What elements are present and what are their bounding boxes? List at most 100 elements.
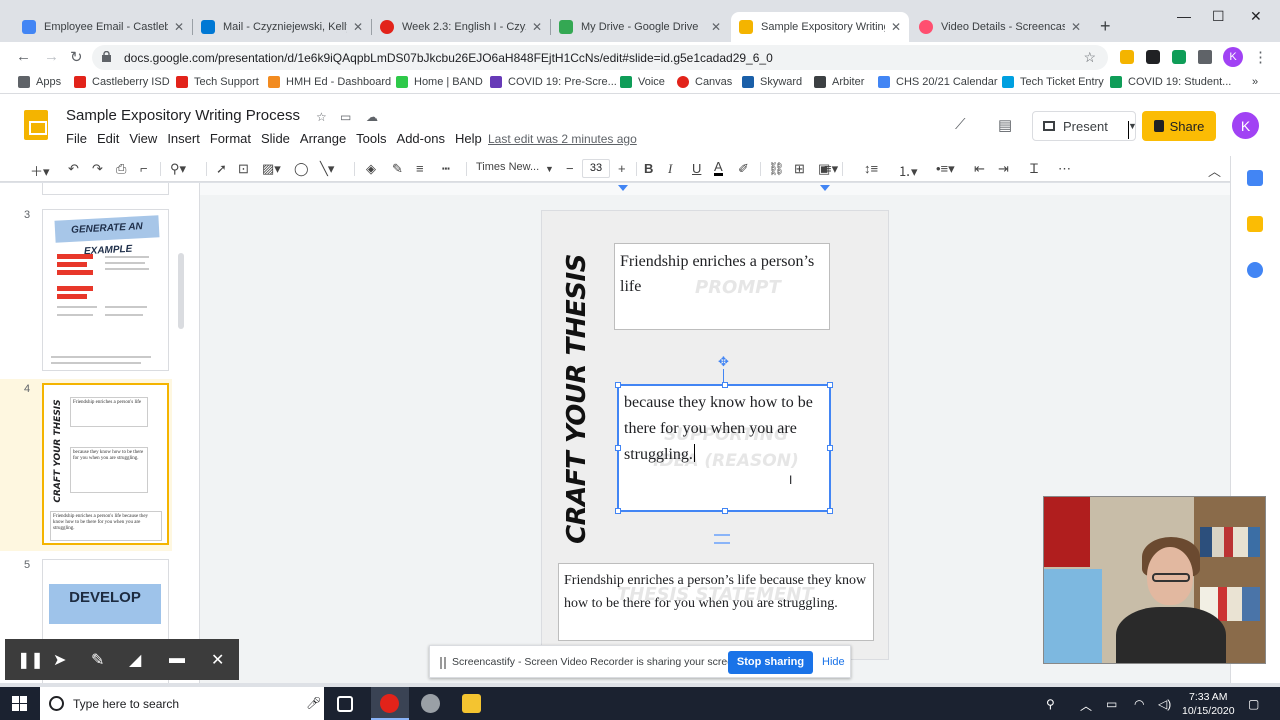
font-family-select[interactable]: Times New... xyxy=(476,161,552,173)
menu-file[interactable]: File xyxy=(66,131,87,146)
bookmark-item[interactable]: COVID 19: Student... xyxy=(1110,76,1231,88)
tray-overflow-icon[interactable]: ︿ xyxy=(1080,697,1092,714)
chevron-down-icon[interactable]: ▼ xyxy=(545,164,554,174)
menu-help[interactable]: Help xyxy=(455,131,482,146)
extension-icon[interactable] xyxy=(1172,50,1186,64)
close-icon[interactable]: ✕ xyxy=(174,20,184,34)
back-icon[interactable]: ← xyxy=(16,48,31,65)
line-spacing-icon[interactable]: ↕≡ xyxy=(864,161,878,176)
close-icon[interactable]: ✕ xyxy=(1071,20,1081,34)
filmstrip-scrollbar[interactable] xyxy=(178,253,184,329)
reason-text-box-selected[interactable]: SUPPORTING IDEA (REASON) because they kn… xyxy=(615,382,833,514)
text-color-icon[interactable]: A xyxy=(714,160,723,176)
increase-indent-icon[interactable]: ⇥ xyxy=(998,161,1009,177)
bookmark-item[interactable]: Apps xyxy=(18,76,61,88)
camera-icon[interactable]: ▬ xyxy=(169,650,185,668)
bookmark-item[interactable]: Skyward xyxy=(742,76,802,88)
menu-insert[interactable]: Insert xyxy=(167,131,200,146)
rotate-handle-icon[interactable]: ✥ xyxy=(718,354,729,370)
bookmark-item[interactable]: COVID 19: Pre-Scre... xyxy=(490,76,617,88)
browser-tab[interactable]: Week 2.3: English I - Czyznie ✕ xyxy=(372,12,550,42)
collapse-toolbar-icon[interactable]: ︿ xyxy=(1208,161,1221,180)
browser-tab[interactable]: Video Details - Screencastify ✕ xyxy=(911,12,1089,42)
resize-handle[interactable] xyxy=(827,445,833,451)
drag-handle-icon[interactable] xyxy=(714,534,730,544)
close-icon[interactable]: ✕ xyxy=(532,20,542,34)
taskbar-search-box[interactable]: Type here to search 🎤︎ xyxy=(40,687,324,720)
more-options-icon[interactable]: ⋯ xyxy=(1058,161,1071,177)
resize-handle[interactable] xyxy=(615,508,621,514)
paint-format-icon[interactable]: ⌐ xyxy=(140,161,148,176)
browser-tab[interactable]: Employee Email - Castleberry ✕ xyxy=(14,12,192,42)
share-button[interactable]: Share xyxy=(1142,111,1216,141)
comment-icon[interactable]: ▤ xyxy=(998,116,1012,134)
close-icon[interactable]: ✕ xyxy=(891,20,901,34)
browser-tab[interactable]: My Drive - Google Drive ✕ xyxy=(551,12,729,42)
indent-marker-icon[interactable] xyxy=(618,185,628,191)
chrome-icon[interactable] xyxy=(380,694,399,713)
slide-thumbnail-partial[interactable] xyxy=(42,183,169,195)
new-tab-button[interactable]: + xyxy=(1100,16,1111,37)
window-close-icon[interactable]: ✕ xyxy=(1250,8,1262,25)
pen-icon[interactable]: ✎ xyxy=(91,650,104,670)
calendar-icon[interactable] xyxy=(1247,170,1263,186)
app-icon[interactable] xyxy=(421,694,440,713)
menu-edit[interactable]: Edit xyxy=(97,131,119,146)
align-icon[interactable]: ≡▾ xyxy=(824,161,838,177)
increase-font-size-icon[interactable]: + xyxy=(618,161,626,176)
bold-icon[interactable]: B xyxy=(644,161,653,176)
wifi-icon[interactable]: ◠ xyxy=(1134,697,1144,711)
microphone-icon[interactable]: 🎤︎ xyxy=(306,696,321,710)
italic-icon[interactable]: I xyxy=(668,161,672,177)
bookmark-item[interactable]: CHS 20/21 Calendar xyxy=(878,76,998,88)
browser-tab-active[interactable]: Sample Expository Writing P ✕ xyxy=(731,12,909,42)
menu-tools[interactable]: Tools xyxy=(356,131,386,146)
font-size-input[interactable]: 33 xyxy=(582,159,610,178)
drag-grip-icon[interactable] xyxy=(440,657,446,669)
minimize-icon[interactable]: — xyxy=(1177,8,1191,24)
hide-button[interactable]: Hide xyxy=(822,656,845,668)
bookmark-item[interactable]: Arbiter xyxy=(814,76,864,88)
resize-handle[interactable] xyxy=(722,508,728,514)
text-box-icon[interactable]: ⊡ xyxy=(238,161,249,177)
reload-icon[interactable]: ↻ xyxy=(70,48,83,66)
prompt-text-box[interactable]: PROMPT Friendship enriches a person’s li… xyxy=(614,243,830,330)
maximize-icon[interactable]: ☐ xyxy=(1212,8,1225,25)
redo-icon[interactable]: ↷ xyxy=(92,161,103,177)
new-slide-icon[interactable]: ＋▾ xyxy=(30,161,50,180)
line-icon[interactable]: ╲▾ xyxy=(320,161,334,177)
tasks-icon[interactable] xyxy=(1247,262,1263,278)
bookmark-item[interactable]: HMH Ed - Dashboard xyxy=(268,76,391,88)
slide-thumbnail-4[interactable]: CRAFT YOUR THESIS Friendship enriches a … xyxy=(42,383,169,545)
border-color-icon[interactable]: ✎ xyxy=(392,161,403,177)
menu-format[interactable]: Format xyxy=(210,131,251,146)
slide[interactable]: CRAFT YOUR THESIS PROMPT Friendship enri… xyxy=(542,211,888,659)
notification-icon[interactable]: ▢ xyxy=(1248,697,1259,711)
pause-icon[interactable]: ❚❚ xyxy=(17,650,44,670)
clock[interactable]: 7:33 AM 10/15/2020 xyxy=(1182,690,1235,718)
print-icon[interactable]: ⎙ xyxy=(116,161,126,177)
image-icon[interactable]: ▨▾ xyxy=(262,161,281,177)
resize-handle[interactable] xyxy=(615,445,621,451)
omnibox[interactable]: docs.google.com/presentation/d/1e6k9iQAq… xyxy=(92,45,1108,70)
clear-formatting-icon[interactable]: Ꮖ xyxy=(1030,161,1039,177)
border-weight-icon[interactable]: ≡ xyxy=(416,161,424,176)
border-dash-icon[interactable]: ┅ xyxy=(442,161,450,177)
chevron-down-icon[interactable]: ▼ xyxy=(1128,121,1137,139)
eraser-icon[interactable]: ◢ xyxy=(129,650,141,670)
menu-dots-icon[interactable]: ⋮ xyxy=(1253,48,1268,66)
forward-icon[interactable]: → xyxy=(44,48,59,65)
add-comment-icon[interactable]: ⊞ xyxy=(794,161,805,177)
move-folder-icon[interactable]: ▭ xyxy=(340,110,351,124)
zoom-icon[interactable]: ⚲▾ xyxy=(170,161,186,177)
present-button[interactable]: Present ▼ xyxy=(1032,111,1137,141)
menu-slide[interactable]: Slide xyxy=(261,131,290,146)
bookmark-item[interactable]: Voice xyxy=(620,76,665,88)
bulleted-list-icon[interactable]: •≡▾ xyxy=(936,161,955,177)
volume-icon[interactable]: ◁) xyxy=(1158,697,1171,711)
select-cursor-icon[interactable]: ➚ xyxy=(216,161,227,177)
fill-color-icon[interactable]: ◈ xyxy=(366,161,376,177)
bookmark-item[interactable]: Tech Support xyxy=(176,76,259,88)
slide-thumbnail-3[interactable]: GENERATE AN EXAMPLE xyxy=(42,209,169,371)
vertical-title[interactable]: CRAFT YOUR THESIS xyxy=(552,254,602,544)
